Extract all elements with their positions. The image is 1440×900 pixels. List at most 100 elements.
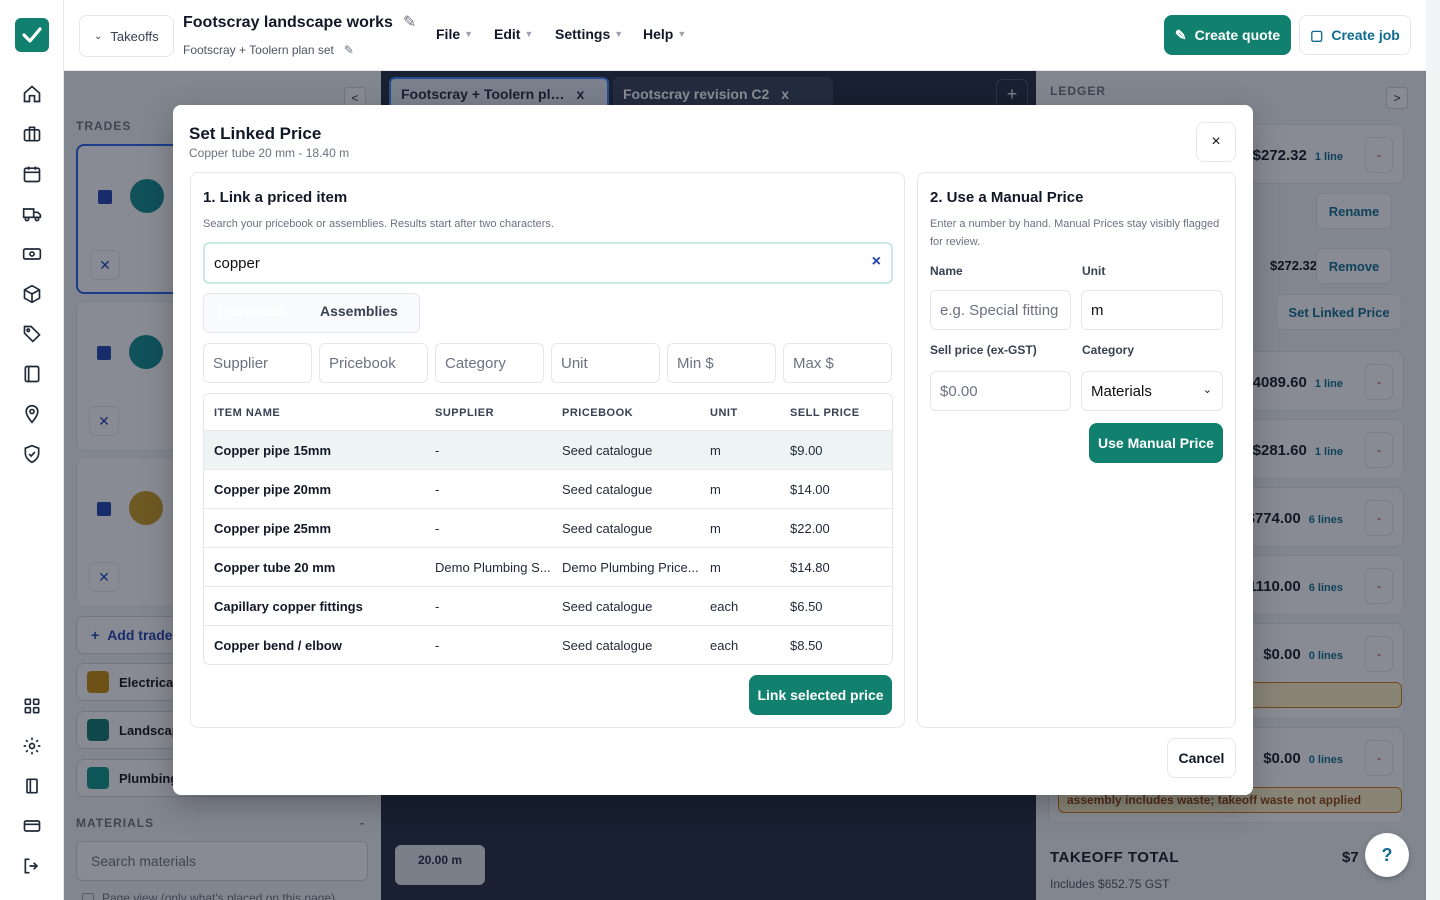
cell-unit: m [710, 443, 721, 458]
left-rail [0, 0, 64, 900]
takeoffs-back-button[interactable]: ⌄ Takeoffs [79, 15, 174, 57]
cash-icon[interactable] [20, 242, 44, 266]
manual-unit-input[interactable]: m [1081, 290, 1223, 330]
manual-name-input[interactable]: e.g. Special fitting [930, 290, 1071, 330]
link-priced-item-heading: 1. Link a priced item [203, 189, 348, 206]
cell-item-name: Capillary copper fittings [214, 599, 363, 614]
create-job-button[interactable]: ▢ Create job [1299, 15, 1411, 55]
table-row[interactable]: Copper tube 20 mm Demo Plumbing S... Dem… [204, 548, 892, 587]
tag-icon[interactable] [20, 322, 44, 346]
project-title-text: Footscray landscape works [183, 14, 393, 31]
card-icon[interactable] [20, 814, 44, 838]
pricebook-search-input[interactable]: copper × [203, 242, 893, 284]
cell-supplier: - [435, 638, 440, 653]
filter-max-price[interactable]: Max $ [783, 343, 892, 383]
chevron-down-icon: ⌄ [94, 30, 103, 42]
use-manual-price-button[interactable]: Use Manual Price [1089, 423, 1223, 463]
link-priced-item-panel: 1. Link a priced item Search your priceb… [190, 172, 905, 728]
clear-search-icon[interactable]: × [872, 253, 881, 271]
box-icon[interactable] [20, 282, 44, 306]
table-row[interactable]: Copper bend / elbow - Seed catalogue eac… [204, 626, 892, 664]
project-subtitle: Footscray + Toolern plan set ✎ [183, 43, 354, 57]
cell-sell-price: $22.00 [790, 521, 830, 536]
table-row[interactable]: Copper pipe 25mm - Seed catalogue m $22.… [204, 509, 892, 548]
results-table: ITEM NAME SUPPLIER PRICEBOOK UNIT SELL P… [203, 393, 893, 665]
briefcase-icon: ▢ [1310, 26, 1324, 43]
truck-icon[interactable] [20, 202, 44, 226]
cell-item-name: Copper bend / elbow [214, 638, 342, 653]
menu-file[interactable]: File ▼ [436, 26, 473, 42]
search-value: copper [214, 254, 260, 272]
help-button[interactable]: ? [1365, 833, 1409, 877]
column-supplier: SUPPLIER [435, 407, 495, 419]
link-selected-price-button[interactable]: Link selected price [749, 675, 892, 715]
name-label: Name [930, 264, 963, 278]
chevron-down-icon: ▼ [464, 29, 474, 39]
project-subtitle-text: Footscray + Toolern plan set [183, 43, 334, 57]
project-title: Footscray landscape works ✎ [183, 12, 416, 32]
manual-price-heading: 2. Use a Manual Price [930, 189, 1084, 206]
set-linked-price-modal: Set Linked Price Copper tube 20 mm - 18.… [173, 105, 1253, 795]
cell-sell-price: $8.50 [790, 638, 823, 653]
shield-check-icon[interactable] [20, 442, 44, 466]
app-logo-checkmark-icon[interactable] [15, 18, 49, 52]
chevron-down-icon: ▼ [677, 29, 687, 39]
panel-icon[interactable] [20, 774, 44, 798]
cell-item-name: Copper tube 20 mm [214, 560, 336, 575]
chevron-down-icon: ▼ [524, 29, 534, 39]
book-icon[interactable] [20, 362, 44, 386]
top-bar: ⌄ Takeoffs Footscray landscape works ✎ Fo… [64, 0, 1426, 71]
category-select[interactable]: Materials ⌄ [1081, 371, 1223, 411]
sell-price-label: Sell price (ex-GST) [930, 343, 1037, 357]
create-quote-button[interactable]: ✎ Create quote [1164, 15, 1291, 55]
logout-icon[interactable] [20, 854, 44, 878]
cell-unit: m [710, 482, 721, 497]
filter-category[interactable]: Category [435, 343, 544, 383]
briefcase-icon[interactable] [20, 122, 44, 146]
modal-title: Set Linked Price [189, 124, 322, 143]
settings-gear-icon[interactable] [20, 734, 44, 758]
table-row[interactable]: Copper pipe 20mm - Seed catalogue m $14.… [204, 470, 892, 509]
menu-settings[interactable]: Settings ▼ [555, 26, 623, 42]
tab-assemblies[interactable]: Assemblies [320, 303, 398, 319]
table-row[interactable]: Copper pipe 15mm - Seed catalogue m $9.0… [204, 431, 892, 470]
manual-sell-price-input[interactable]: $0.00 [930, 371, 1071, 411]
cancel-button[interactable]: Cancel [1167, 738, 1236, 778]
cell-pricebook: Seed catalogue [562, 482, 653, 497]
tab-pricebook[interactable]: Pricebook [218, 303, 286, 319]
cell-unit: each [710, 638, 739, 653]
cell-item-name: Copper pipe 25mm [214, 521, 332, 536]
filter-supplier[interactable]: Supplier [203, 343, 312, 383]
home-icon[interactable] [20, 82, 44, 106]
close-icon[interactable]: × [1196, 122, 1236, 162]
apps-grid-icon[interactable] [20, 694, 44, 718]
location-pin-icon[interactable] [20, 402, 44, 426]
chevron-down-icon: ⌄ [1202, 384, 1212, 396]
create-quote-label: Create quote [1194, 27, 1281, 43]
edit-subtitle-pencil-icon[interactable]: ✎ [344, 43, 354, 57]
column-sell-price: SELL PRICE [790, 407, 860, 419]
menu-edit[interactable]: Edit ▼ [494, 26, 533, 42]
cell-pricebook: Seed catalogue [562, 443, 653, 458]
menu-help[interactable]: Help ▼ [643, 26, 686, 42]
menu-file-label: File [436, 26, 461, 42]
edit-title-pencil-icon[interactable]: ✎ [403, 12, 416, 32]
menu-settings-label: Settings [555, 26, 611, 42]
cell-unit: each [710, 599, 739, 614]
cell-unit: m [710, 560, 721, 575]
column-pricebook: PRICEBOOK [562, 407, 634, 419]
calendar-icon[interactable] [20, 162, 44, 186]
filter-pricebook[interactable]: Pricebook [319, 343, 428, 383]
column-item-name: ITEM NAME [214, 407, 281, 419]
filter-unit[interactable]: Unit [551, 343, 660, 383]
modal-subtitle: Copper tube 20 mm - 18.40 m [189, 146, 350, 160]
create-job-label: Create job [1331, 27, 1400, 43]
unit-label: Unit [1082, 264, 1106, 278]
menu-help-label: Help [643, 26, 674, 42]
cell-pricebook: Seed catalogue [562, 599, 653, 614]
manual-price-panel: 2. Use a Manual Price Enter a number by … [917, 172, 1236, 728]
filter-min-price[interactable]: Min $ [667, 343, 776, 383]
chevron-down-icon: ▼ [614, 29, 624, 39]
cell-sell-price: $6.50 [790, 599, 823, 614]
table-row[interactable]: Capillary copper fittings - Seed catalog… [204, 587, 892, 626]
